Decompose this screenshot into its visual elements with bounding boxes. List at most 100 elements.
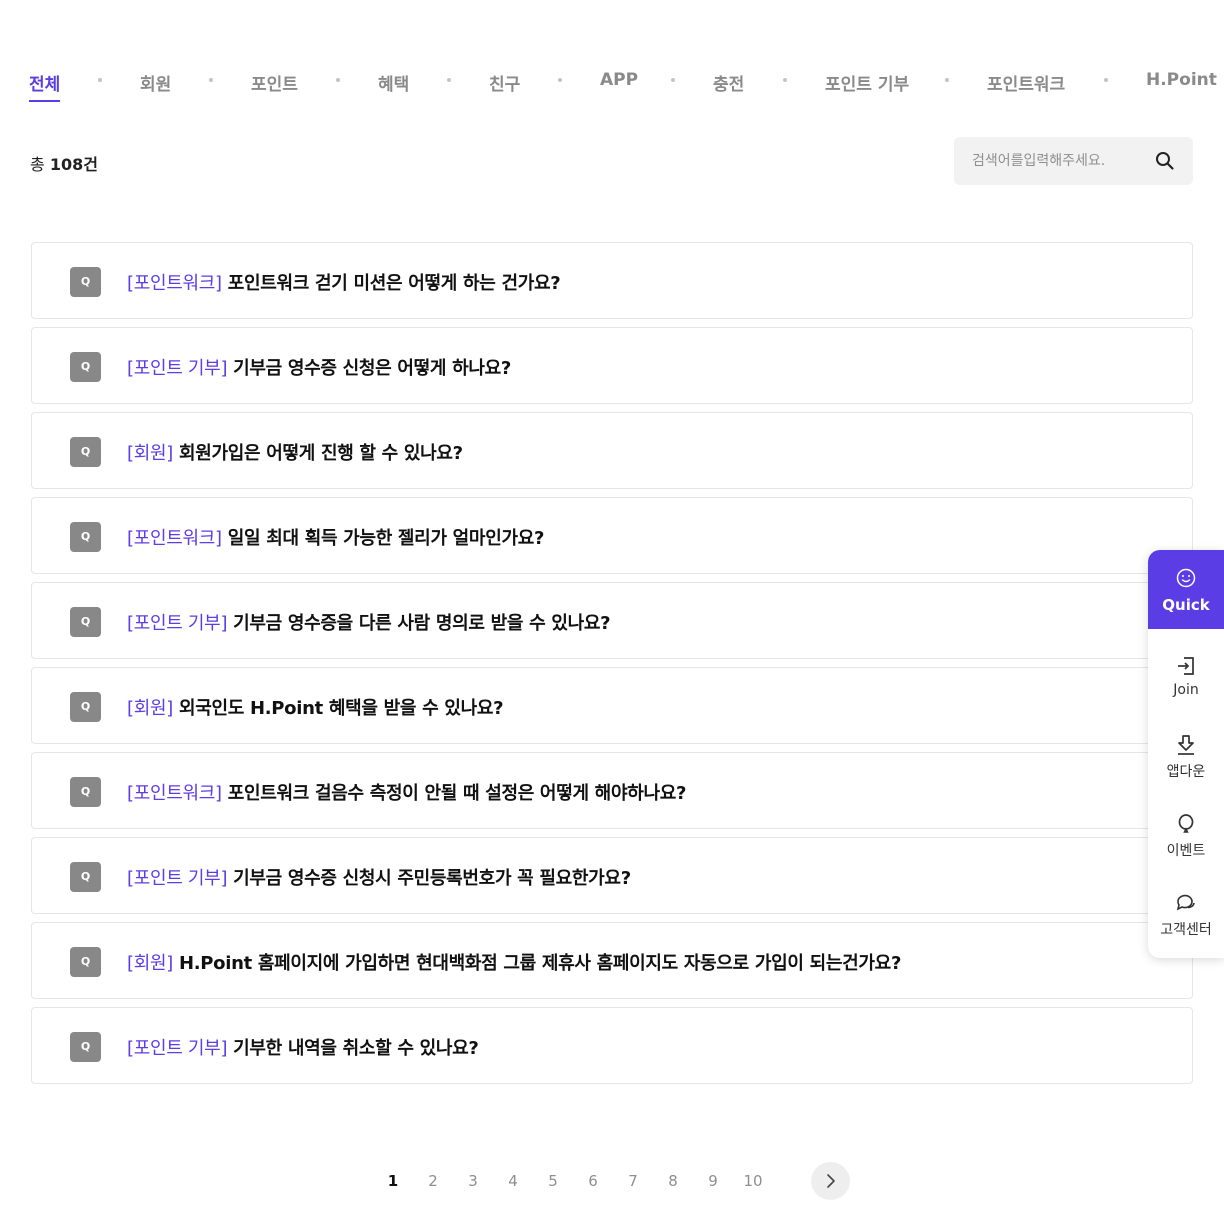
tab-point-donation[interactable]: 포인트 기부 — [825, 70, 909, 95]
page-2[interactable]: 2 — [420, 1172, 446, 1190]
page-7[interactable]: 7 — [620, 1172, 646, 1190]
page-6[interactable]: 6 — [580, 1172, 606, 1190]
faq-question: 포인트워크 걸음수 측정이 안될 때 설정은 어떻게 해야하나요? — [227, 783, 687, 804]
tab-member[interactable]: 회원 — [140, 70, 171, 95]
question-badge: Q — [70, 862, 101, 892]
search-icon[interactable] — [1155, 151, 1175, 171]
faq-title: [포인트 기부] 기부금 영수증 신청은 어떻게 하나요? — [127, 354, 511, 380]
faq-question: 기부금 영수증 신청은 어떻게 하나요? — [233, 358, 512, 379]
faq-category: [회원] — [127, 443, 173, 464]
tab-separator — [98, 78, 102, 82]
faq-item[interactable]: Q [포인트 기부] 기부금 영수증을 다른 사람 명의로 받을 수 있나요? — [31, 582, 1193, 659]
balloon-icon — [1178, 814, 1194, 833]
faq-item[interactable]: Q [포인트워크] 포인트워크 걸음수 측정이 안될 때 설정은 어떻게 해야하… — [31, 752, 1193, 829]
tab-app[interactable]: APP — [600, 70, 638, 90]
tab-friend[interactable]: 친구 — [489, 70, 520, 95]
faq-item[interactable]: Q [포인트 기부] 기부금 영수증 신청시 주민등록번호가 꼭 필요한가요? — [31, 837, 1193, 914]
quick-app-download[interactable]: 앱다운 — [1148, 725, 1224, 795]
quick-event[interactable]: 이벤트 — [1148, 804, 1224, 874]
question-badge: Q — [70, 1032, 101, 1062]
next-page-button[interactable] — [811, 1162, 850, 1200]
faq-item[interactable]: Q [회원] 외국인도 H.Point 혜택을 받을 수 있나요? — [31, 667, 1193, 744]
faq-item[interactable]: Q [회원] H.Point 홈페이지에 가입하면 현대백화점 그룹 제휴사 홈… — [31, 922, 1193, 999]
quick-menu-title: Quick — [1162, 596, 1210, 614]
quick-menu-toggle[interactable]: Quick — [1148, 550, 1224, 629]
total-value: 108건 — [49, 155, 98, 174]
faq-question: H.Point 홈페이지에 가입하면 현대백화점 그룹 제휴사 홈페이지도 자동… — [178, 953, 902, 974]
faq-title: [포인트워크] 포인트워크 걷기 미션은 어떻게 하는 건가요? — [127, 269, 561, 295]
faq-category: [포인트워크] — [127, 528, 222, 549]
question-badge: Q — [70, 352, 101, 382]
faq-list: Q [포인트워크] 포인트워크 걷기 미션은 어떻게 하는 건가요? Q [포인… — [31, 242, 1193, 1092]
tab-separator — [447, 78, 451, 82]
quick-customer-center-label: 고객센터 — [1160, 922, 1212, 938]
faq-title: [회원] 외국인도 H.Point 혜택을 받을 수 있나요? — [127, 694, 504, 720]
faq-item[interactable]: Q [포인트 기부] 기부금 영수증 신청은 어떻게 하나요? — [31, 327, 1193, 404]
faq-item[interactable]: Q [포인트워크] 일일 최대 획득 가능한 젤리가 얼마인가요? — [31, 497, 1193, 574]
search-input[interactable] — [972, 137, 1152, 185]
faq-category: [회원] — [127, 953, 173, 974]
chat-icon — [1176, 894, 1195, 911]
chevron-right-icon — [827, 1174, 835, 1188]
faq-title: [회원] 회원가입은 어떻게 진행 할 수 있나요? — [127, 439, 463, 465]
question-badge: Q — [70, 522, 101, 552]
tab-separator — [209, 78, 213, 82]
login-icon — [1178, 657, 1194, 675]
faq-category: [포인트워크] — [127, 273, 222, 294]
faq-title: [회원] H.Point 홈페이지에 가입하면 현대백화점 그룹 제휴사 홈페이… — [127, 949, 901, 975]
question-badge: Q — [70, 692, 101, 722]
faq-item[interactable]: Q [회원] 회원가입은 어떻게 진행 할 수 있나요? — [31, 412, 1193, 489]
faq-question: 포인트워크 걷기 미션은 어떻게 하는 건가요? — [227, 273, 561, 294]
faq-category: [포인트 기부] — [127, 358, 228, 379]
question-badge: Q — [70, 437, 101, 467]
question-badge: Q — [70, 607, 101, 637]
tab-separator — [783, 78, 787, 82]
faq-item[interactable]: Q [포인트 기부] 기부한 내역을 취소할 수 있나요? — [31, 1007, 1193, 1084]
page-5[interactable]: 5 — [540, 1172, 566, 1190]
tab-charge[interactable]: 충전 — [713, 70, 744, 95]
total-prefix: 총 — [30, 155, 45, 174]
faq-title: [포인트워크] 포인트워크 걸음수 측정이 안될 때 설정은 어떻게 해야하나요… — [127, 779, 686, 805]
page-4[interactable]: 4 — [500, 1172, 526, 1190]
total-count: 총 108건 — [30, 151, 98, 175]
faq-question: 회원가입은 어떻게 진행 할 수 있나요? — [178, 443, 463, 464]
faq-question: 일일 최대 획득 가능한 젤리가 얼마인가요? — [227, 528, 545, 549]
page-9[interactable]: 9 — [700, 1172, 726, 1190]
tab-benefit[interactable]: 혜택 — [378, 70, 409, 95]
tab-point-walk[interactable]: 포인트워크 — [987, 70, 1065, 95]
tab-separator — [671, 78, 675, 82]
tab-point[interactable]: 포인트 — [251, 70, 298, 95]
page-1[interactable]: 1 — [380, 1172, 406, 1190]
tab-all[interactable]: 전체 — [29, 70, 61, 102]
tab-separator — [336, 78, 340, 82]
faq-title: [포인트워크] 일일 최대 획득 가능한 젤리가 얼마인가요? — [127, 524, 544, 550]
faq-category: [포인트 기부] — [127, 868, 228, 889]
faq-title: [포인트 기부] 기부한 내역을 취소할 수 있나요? — [127, 1034, 479, 1060]
smile-icon — [1176, 568, 1196, 588]
faq-title: [포인트 기부] 기부금 영수증 신청시 주민등록번호가 꼭 필요한가요? — [127, 864, 631, 890]
faq-question: 외국인도 H.Point 혜택을 받을 수 있나요? — [178, 698, 504, 719]
quick-app-download-label: 앱다운 — [1166, 764, 1206, 780]
tab-separator — [945, 78, 949, 82]
category-tabs: 전체 회원 포인트 혜택 친구 APP 충전 포인트 기부 포인트워크 H.Po… — [29, 62, 1224, 102]
page-10[interactable]: 10 — [740, 1172, 766, 1190]
faq-category: [포인트워크] — [127, 783, 222, 804]
question-badge: Q — [70, 267, 101, 297]
quick-event-label: 이벤트 — [1166, 843, 1206, 859]
faq-question: 기부금 영수증을 다른 사람 명의로 받을 수 있나요? — [233, 613, 611, 634]
quick-join-label: Join — [1173, 682, 1199, 698]
question-badge: Q — [70, 947, 101, 977]
faq-question: 기부금 영수증 신청시 주민등록번호가 꼭 필요한가요? — [233, 868, 631, 889]
tab-separator — [1104, 78, 1108, 82]
page-3[interactable]: 3 — [460, 1172, 486, 1190]
download-icon — [1178, 735, 1194, 755]
page-8[interactable]: 8 — [660, 1172, 686, 1190]
faq-category: [포인트 기부] — [127, 1038, 228, 1059]
quick-join[interactable]: Join — [1148, 646, 1224, 716]
search-box — [954, 137, 1193, 185]
faq-item[interactable]: Q [포인트워크] 포인트워크 걷기 미션은 어떻게 하는 건가요? — [31, 242, 1193, 319]
quick-customer-center[interactable]: 고객센터 — [1148, 883, 1224, 953]
faq-category: [포인트 기부] — [127, 613, 228, 634]
tab-hpoint[interactable]: H.Point P — [1146, 70, 1224, 90]
faq-category: [회원] — [127, 698, 173, 719]
